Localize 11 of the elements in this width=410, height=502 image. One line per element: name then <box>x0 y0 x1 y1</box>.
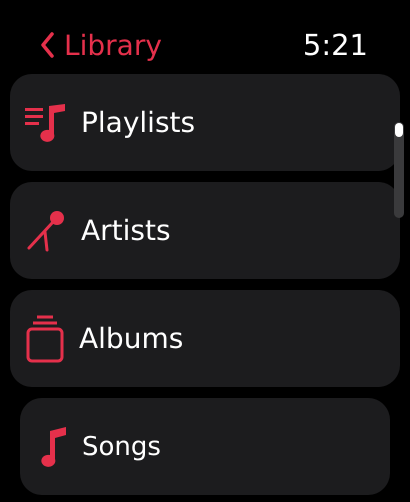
music-note-icon <box>40 426 68 466</box>
library-item[interactable]: Artists <box>10 182 400 279</box>
microphone-icon <box>25 210 67 252</box>
back-button[interactable]: Library <box>40 28 162 62</box>
playlist-icon <box>25 104 67 142</box>
chevron-left-icon <box>40 32 54 58</box>
album-stack-icon <box>25 314 65 362</box>
library-item[interactable]: Playlists <box>10 74 400 171</box>
library-item[interactable]: Albums <box>10 290 400 387</box>
library-item[interactable]: Songs <box>20 398 390 495</box>
clock-time: 5:21 <box>302 28 368 62</box>
